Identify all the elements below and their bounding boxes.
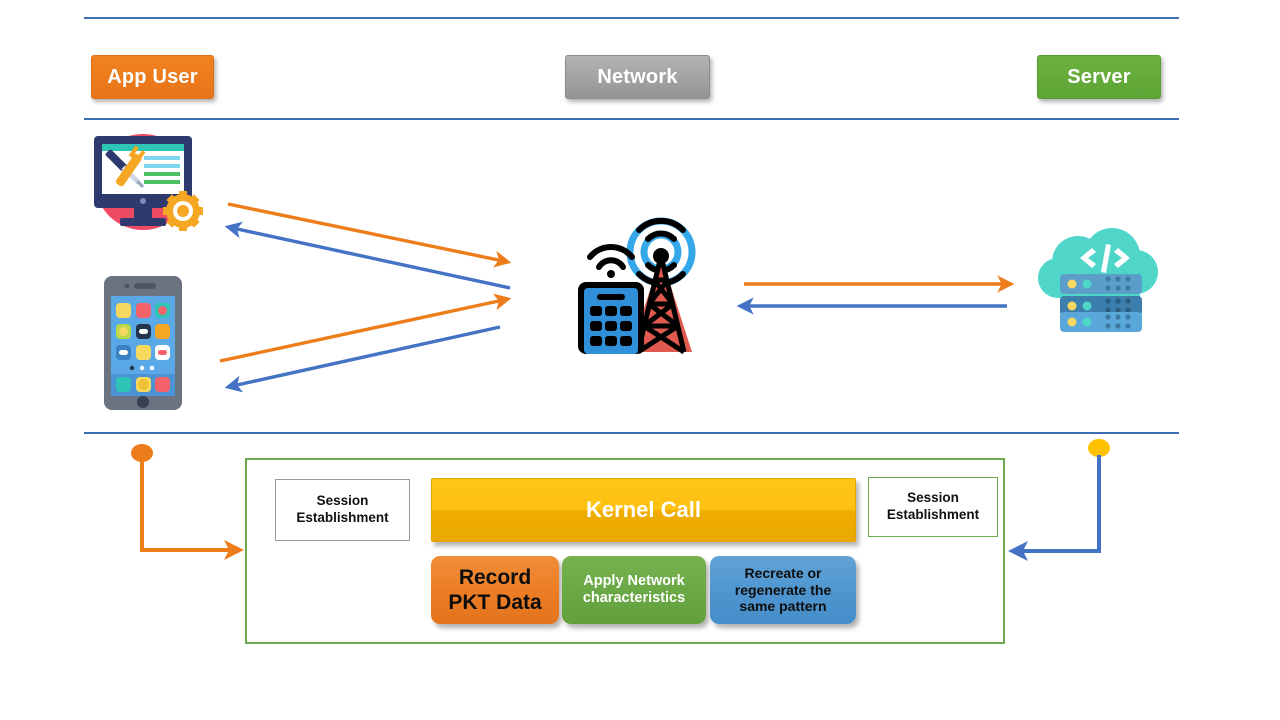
cell-tower-building-icon <box>566 212 712 358</box>
step-recreate-label: Recreate or regenerate the same pattern <box>735 565 831 615</box>
lane-header-server[interactable]: Server <box>1037 55 1161 99</box>
step-record-pkt-data[interactable]: Record PKT Data <box>431 556 559 624</box>
lane-header-app-user[interactable]: App User <box>91 55 214 99</box>
session-right-line2: Establishment <box>886 507 980 522</box>
kernel-call-label: Kernel Call <box>586 497 701 522</box>
step-record-label: Record PKT Data <box>448 565 541 615</box>
step-apply-line2: characteristics <box>582 590 686 606</box>
arrow-phone-to-network <box>219 293 512 363</box>
step-record-line1: Record <box>458 565 532 589</box>
session-left-line1: Session <box>316 493 369 509</box>
smartphone-apps-icon <box>104 276 182 410</box>
left-entry-dot <box>131 444 153 462</box>
session-right-line1: Session <box>907 490 959 506</box>
lane-header-app-user-label: App User <box>107 65 198 88</box>
lane-header-network-label: Network <box>597 65 678 88</box>
step-recreate-line2: regenerate the <box>734 581 832 598</box>
lane-header-server-label: Server <box>1067 65 1131 88</box>
divider-top <box>84 17 1179 19</box>
step-apply-network-characteristics[interactable]: Apply Network characteristics <box>562 556 706 624</box>
arrow-network-to-phone <box>224 325 501 393</box>
session-left-line2: Establishment <box>296 510 389 525</box>
kernel-call-box[interactable]: Kernel Call <box>431 478 856 542</box>
step-apply-label: Apply Network characteristics <box>583 573 685 608</box>
step-recreate-same-pattern[interactable]: Recreate or regenerate the same pattern <box>710 556 856 624</box>
divider-bottom <box>84 432 1179 434</box>
arrow-network-to-monitor <box>224 221 511 290</box>
session-establishment-right-label: Session Establishment <box>887 490 979 524</box>
divider-middle <box>84 118 1179 120</box>
step-record-line2: PKT Data <box>448 591 542 614</box>
diagram-canvas: App User Network Server Session Establis… <box>0 0 1280 720</box>
step-apply-line1: Apply Network <box>583 572 685 589</box>
arrow-monitor-to-network <box>227 202 512 268</box>
step-recreate-line1: Recreate or <box>744 564 822 581</box>
session-establishment-right-box[interactable]: Session Establishment <box>868 477 998 537</box>
session-establishment-left-box[interactable]: Session Establishment <box>275 479 410 541</box>
right-entry-connector <box>1008 455 1101 561</box>
right-entry-dot <box>1088 439 1110 457</box>
lane-header-network[interactable]: Network <box>565 55 710 99</box>
left-entry-connector <box>140 460 244 560</box>
step-recreate-line3: same pattern <box>739 598 827 615</box>
cloud-server-code-icon <box>1034 226 1162 336</box>
desktop-computer-tools-icon <box>82 130 204 236</box>
session-establishment-left-label: Session Establishment <box>296 493 388 527</box>
